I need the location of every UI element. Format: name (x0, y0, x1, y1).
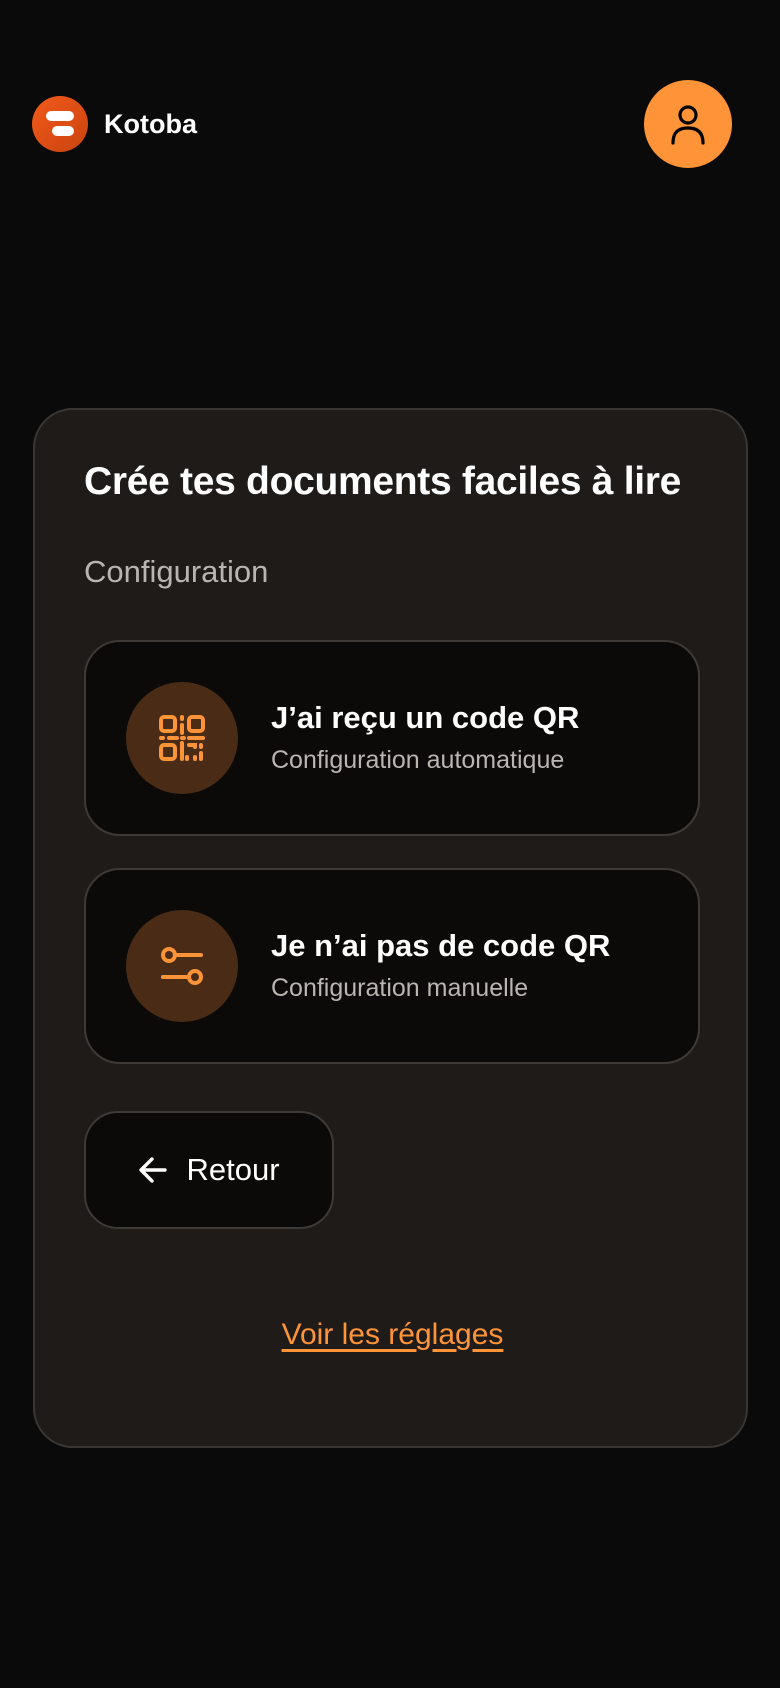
brand: Kotoba (32, 96, 197, 152)
sliders-icon (126, 910, 238, 1022)
option-title: J’ai reçu un code QR (271, 700, 580, 735)
account-button[interactable] (644, 80, 732, 168)
back-button-label: Retour (186, 1152, 280, 1187)
page-title: Crée tes documents faciles à lire (84, 460, 682, 503)
section-subtitle: Configuration (84, 554, 269, 589)
back-button[interactable]: Retour (84, 1111, 334, 1229)
option-title: Je n’ai pas de code QR (271, 928, 611, 963)
kotoba-logo-icon (32, 96, 88, 152)
arrow-left-icon (139, 1157, 168, 1183)
qr-code-icon (126, 682, 238, 794)
brand-name: Kotoba (104, 108, 197, 139)
option-description: Configuration automatique (271, 746, 565, 774)
option-description: Configuration manuelle (271, 974, 529, 1002)
user-icon (671, 105, 705, 145)
setup-card: Crée tes documents faciles à lire Config… (33, 408, 748, 1448)
settings-link[interactable]: Voir les réglages (35, 1318, 750, 1352)
option-manual-config[interactable]: Je n’ai pas de code QR Configuration man… (84, 868, 700, 1064)
app-header: Kotoba (0, 0, 780, 250)
option-qr-code[interactable]: J’ai reçu un code QR Configuration autom… (84, 640, 700, 836)
